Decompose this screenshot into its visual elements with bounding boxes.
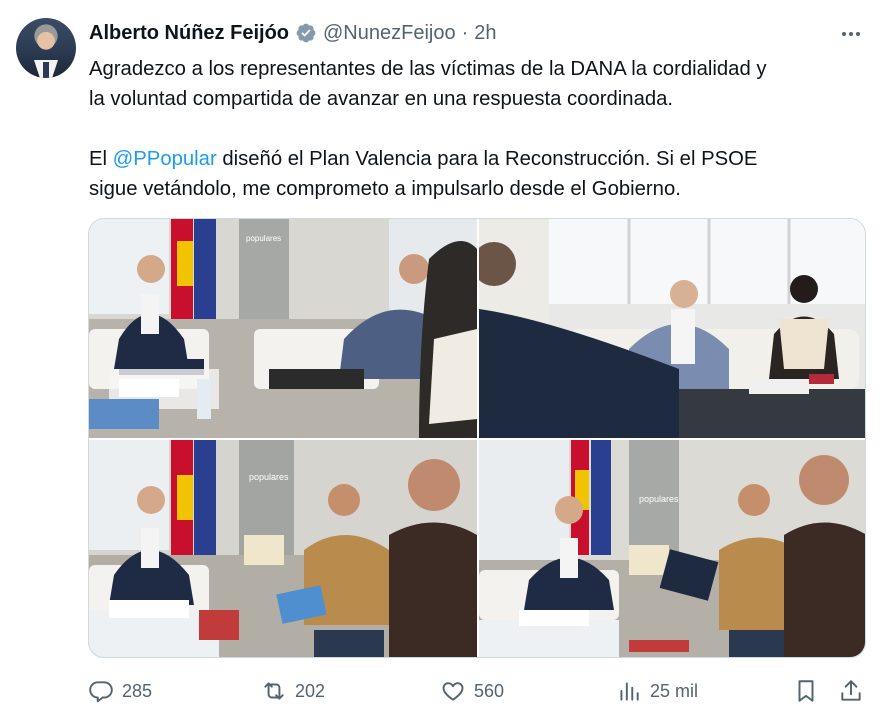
like-button[interactable]: 560 [440,676,504,706]
tweet-text-line: la voluntad compartida de avanzar en una… [89,88,674,110]
photo-meeting-4[interactable]: populares [479,440,865,657]
post-time[interactable]: 2h [474,22,496,45]
share-button[interactable] [838,676,872,706]
more-options-icon[interactable] [837,22,865,46]
reply-count: 285 [122,680,153,701]
svg-text:populares: populares [639,494,679,504]
views-button[interactable]: 25 mil [616,676,698,706]
repost-icon [264,682,284,700]
reply-button[interactable]: 285 [88,676,152,706]
svg-text:populares: populares [246,234,281,243]
photo-meeting-2[interactable] [479,219,865,438]
author-handle[interactable]: @NunezFeijoo [323,22,456,45]
text-fragment: El [89,148,113,170]
photo-meeting-3[interactable]: populares [89,440,477,657]
mention-link[interactable]: @PPopular [113,148,217,170]
media-grid: populares populares populares [88,218,866,658]
separator-dot: · [461,21,469,44]
tweet-header: Alberto Núñez Feijóo @NunezFeijoo · 2h [89,20,497,46]
svg-text:populares: populares [249,472,289,482]
share-icon [841,680,861,701]
bookmark-button[interactable] [793,676,827,706]
tweet-text-line: El @PPopular diseñó el Plan Valencia par… [89,144,869,174]
bookmark-icon [798,680,814,702]
photo-meeting-1[interactable]: populares [89,219,477,438]
repost-count: 202 [295,680,326,701]
author-name[interactable]: Alberto Núñez Feijóo [89,22,289,45]
action-bar: 285 202 560 25 mil [88,676,868,706]
views-icon [620,682,639,701]
tweet-text-line: Agradezco a los representantes de las ví… [89,58,767,80]
tweet-text: Agradezco a los representantes de las ví… [89,54,869,204]
views-count: 25 mil [650,680,699,701]
tweet-text-line: sigue vetándolo, me comprometo a impulsa… [89,178,681,200]
verified-badge-icon[interactable] [295,22,317,44]
author-avatar[interactable] [16,18,76,78]
reply-icon [89,681,113,703]
tweet-card[interactable]: Alberto Núñez Feijóo @NunezFeijoo · 2h A… [0,0,883,723]
repost-button[interactable]: 202 [261,676,325,706]
text-fragment: diseñó el Plan Valencia para la Reconstr… [216,148,758,170]
like-icon [442,682,464,701]
like-count: 560 [474,680,505,701]
